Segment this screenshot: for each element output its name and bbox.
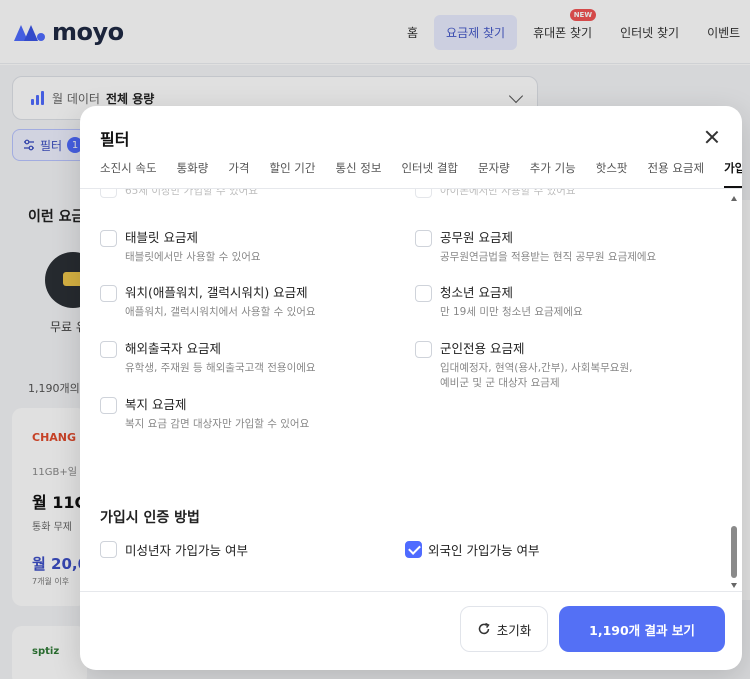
option-title: 군인전용 요금제 [440,341,525,356]
checkbox[interactable] [100,285,117,302]
modal-title: 필터 [100,130,130,149]
option-title: 워치(애플워치, 갤럭시워치) 요금제 [125,285,308,300]
checkbox-checked[interactable] [405,541,422,558]
option-civil-servant-plan[interactable]: 공무원 요금제 공무원연금법을 적용받는 현직 공무원 요금제에요 [415,227,656,265]
tab-extra-features[interactable]: 추가 기능 [530,158,576,188]
option-iphone-plan[interactable]: 아이폰에서만 사용할 수 있어요 [415,189,576,199]
option-foreigner-signup[interactable]: 외국인 가입가능 여부 [405,538,539,559]
option-minor-signup[interactable]: 미성년자 가입가능 여부 [100,538,248,559]
option-youth-plan[interactable]: 청소년 요금제 만 19세 미만 청소년 요금제에요 [415,282,583,320]
tab-dedicated-plans[interactable]: 전용 요금제 [648,158,705,188]
option-welfare-plan[interactable]: 복지 요금제 복지 요금 감면 대상자만 가입할 수 있어요 [100,394,309,432]
option-desc: 입대예정자, 현역(용사,간부), 사회복무요원, [440,362,633,374]
filter-options-area: 65세 이상만 가입할 수 있어요 아이폰에서만 사용할 수 있어요 태블릿 요… [80,189,742,591]
refresh-icon [478,622,490,635]
checkbox[interactable] [100,341,117,358]
option-title: 미성년자 가입가능 여부 [125,543,248,558]
close-icon[interactable] [703,128,721,146]
scrollbar-thumb[interactable] [731,526,737,578]
option-desc: 애플워치, 갤럭시워치에서 사용할 수 있어요 [125,306,316,318]
checkbox[interactable] [100,230,117,247]
tab-sms[interactable]: 문자량 [478,158,510,188]
option-watch-plan[interactable]: 워치(애플워치, 갤럭시워치) 요금제 애플워치, 갤럭시워치에서 사용할 수 … [100,282,316,320]
option-desc: 65세 이상만 가입할 수 있어요 [125,189,258,197]
option-desc: 예비군 및 군 대상자 요금제 [440,377,560,389]
auth-method-heading: 가입시 인증 방법 [100,510,200,526]
scroll-up-arrow-icon[interactable] [731,196,737,201]
option-senior-plan[interactable]: 65세 이상만 가입할 수 있어요 [100,189,258,199]
checkbox[interactable] [415,341,432,358]
tab-internet-bundle[interactable]: 인터넷 결합 [401,158,458,188]
option-title: 태블릿 요금제 [125,230,198,245]
option-military-plan[interactable]: 군인전용 요금제 입대예정자, 현역(용사,간부), 사회복무요원, 예비군 및… [415,338,632,391]
option-desc: 공무원연금법을 적용받는 현직 공무원 요금제에요 [440,251,657,263]
option-desc: 아이폰에서만 사용할 수 있어요 [440,189,576,197]
reset-button[interactable]: 초기화 [460,606,548,652]
option-tablet-plan[interactable]: 태블릿 요금제 태블릿에서만 사용할 수 있어요 [100,227,261,265]
tab-hotspot[interactable]: 핫스팟 [596,158,628,188]
checkbox[interactable] [100,541,117,558]
filter-modal: 필터 소진시 속도 통화량 가격 할인 기간 통신 정보 인터넷 결합 문자량 … [80,106,742,670]
option-desc: 복지 요금 감면 대상자만 가입할 수 있어요 [125,418,310,430]
reset-button-label: 초기화 [496,622,532,638]
show-results-button[interactable]: 1,190개 결과 보기 [559,606,725,652]
option-overseas-plan[interactable]: 해외출국자 요금제 유학생, 주재원 등 해외출국고객 전용이에요 [100,338,316,376]
checkbox[interactable] [100,397,117,414]
option-desc: 만 19세 미만 청소년 요금제에요 [440,306,583,318]
option-title: 복지 요금제 [125,397,187,412]
tab-signup[interactable]: 가입시 [724,158,742,188]
checkbox[interactable] [415,230,432,247]
checkbox[interactable] [415,189,432,198]
option-title: 공무원 요금제 [440,230,513,245]
tab-network-info[interactable]: 통신 정보 [335,158,381,188]
option-desc: 유학생, 주재원 등 해외출국고객 전용이에요 [125,362,316,374]
option-title: 청소년 요금제 [440,285,513,300]
option-desc: 태블릿에서만 사용할 수 있어요 [125,251,261,263]
checkbox[interactable] [100,189,117,198]
filter-tabs: 소진시 속도 통화량 가격 할인 기간 통신 정보 인터넷 결합 문자량 추가 … [100,158,742,188]
tab-discount-period[interactable]: 할인 기간 [269,158,315,188]
checkbox[interactable] [415,285,432,302]
option-title: 외국인 가입가능 여부 [428,543,540,558]
tab-speed[interactable]: 소진시 속도 [100,158,157,188]
scroll-down-arrow-icon[interactable] [731,583,737,588]
footer-divider [80,591,742,592]
tab-call[interactable]: 통화량 [177,158,209,188]
vertical-scrollbar[interactable] [730,196,738,588]
option-title: 해외출국자 요금제 [125,341,221,356]
tab-price[interactable]: 가격 [228,158,249,188]
